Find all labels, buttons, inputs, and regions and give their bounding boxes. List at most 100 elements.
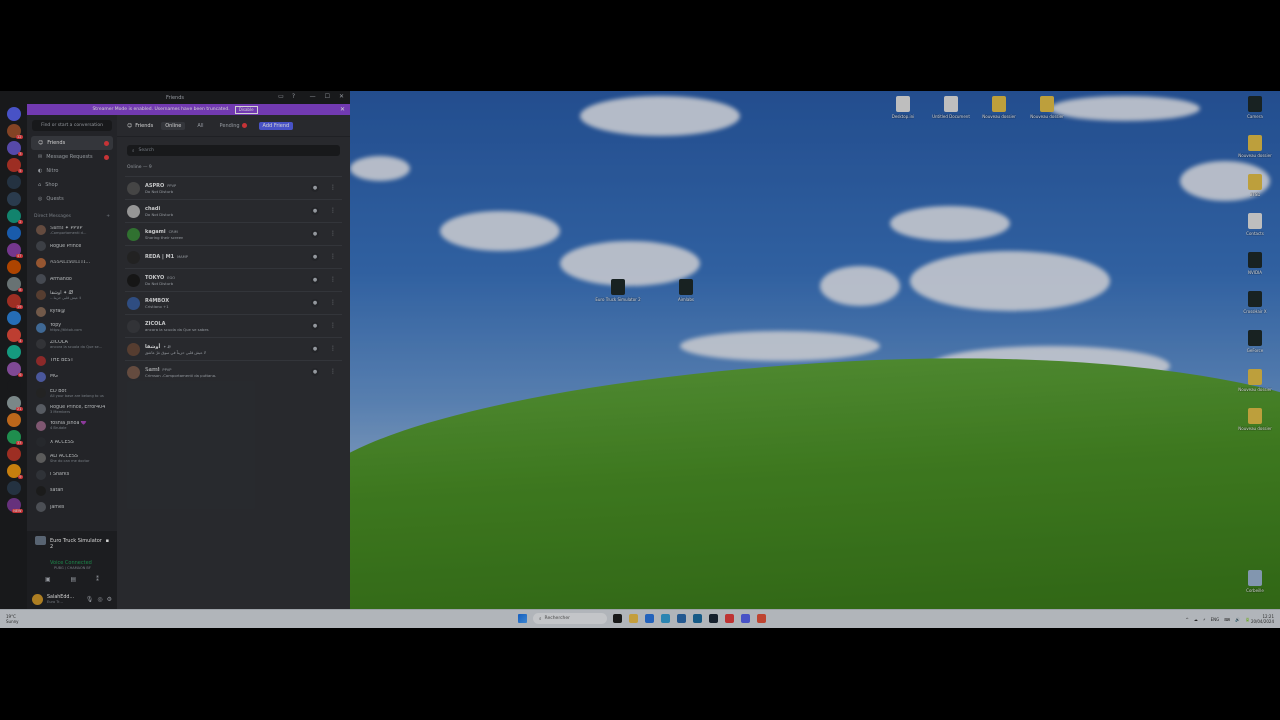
server-icon[interactable] bbox=[6, 311, 21, 325]
dm-item[interactable]: X ACCESS bbox=[30, 434, 114, 450]
server-icon[interactable]: 2 bbox=[6, 209, 23, 224]
dm-item[interactable]: Rogue Prince bbox=[30, 238, 114, 254]
game-options-icon[interactable]: ▪ bbox=[106, 538, 109, 550]
nav-item-shop[interactable]: ⌂ Shop bbox=[31, 178, 113, 192]
dm-item[interactable]: ED Bot All your base are belong to us bbox=[30, 385, 114, 401]
headphones-icon[interactable]: ◎ bbox=[97, 596, 102, 603]
inbox-icon[interactable]: ▭ bbox=[278, 94, 284, 100]
server-icon[interactable] bbox=[6, 175, 21, 189]
tray-icon[interactable]: ☁ bbox=[1194, 617, 1198, 622]
create-dm-button[interactable]: + bbox=[106, 214, 110, 219]
nav-item-nitro[interactable]: ◐ Nitro bbox=[31, 164, 113, 178]
message-icon[interactable]: ● bbox=[311, 184, 319, 192]
start-button[interactable] bbox=[518, 614, 527, 623]
server-icon[interactable]: 33 bbox=[6, 430, 23, 445]
taskbar-app-icon[interactable] bbox=[693, 614, 702, 623]
more-options-icon[interactable]: ⋮ bbox=[330, 299, 336, 307]
server-icon[interactable]: 12 bbox=[6, 124, 23, 139]
close-button[interactable]: ✕ bbox=[339, 94, 344, 100]
desktop-icon[interactable]: Nouveau dossier bbox=[1232, 135, 1278, 158]
dm-item[interactable]: I Sharks bbox=[30, 466, 114, 482]
dm-item[interactable]: ZICOLA ancora la scuola da Que se… bbox=[30, 336, 114, 352]
taskbar-app-icon[interactable] bbox=[757, 614, 766, 623]
dm-item[interactable]: Yopy https://tiktok.com bbox=[30, 320, 114, 336]
message-icon[interactable]: ● bbox=[311, 299, 319, 307]
server-icon[interactable] bbox=[6, 413, 21, 427]
dm-item[interactable]: 𝔸𝕊𝕊𝔸𝕃𝕀𝕊𝕆𝕃𝕀𝕋𝕀… bbox=[30, 255, 114, 271]
dm-item[interactable]: satan bbox=[30, 483, 114, 499]
message-icon[interactable]: ● bbox=[311, 230, 319, 238]
taskbar-app-icon[interactable] bbox=[741, 614, 750, 623]
find-conversation-button[interactable]: Find or start a conversation bbox=[32, 120, 112, 131]
more-options-icon[interactable]: ⋮ bbox=[330, 276, 336, 284]
desktop-icon[interactable]: Nouveau dossier bbox=[1024, 96, 1070, 119]
weather-widget[interactable]: 19°C Sunny bbox=[6, 614, 19, 624]
taskbar-app-icon[interactable] bbox=[661, 614, 670, 623]
message-icon[interactable]: ● bbox=[311, 368, 319, 376]
tray-icon[interactable]: 🔊 bbox=[1235, 617, 1240, 622]
desktop-icon[interactable]: NVIDIA bbox=[1232, 252, 1278, 275]
desktop-icon[interactable]: Nouveau dossier bbox=[976, 96, 1022, 119]
disable-streamer-mode-button[interactable]: Disable bbox=[234, 105, 258, 114]
tray-icon[interactable]: ⚡ bbox=[1203, 617, 1206, 622]
dm-item[interactable]: james bbox=[30, 499, 114, 515]
dm-item[interactable]: أوشقا ✦ Ꮺ …لا عيش قلبي حزيناً bbox=[30, 287, 114, 303]
desktop-icon[interactable]: Aimlabs bbox=[663, 279, 709, 302]
dm-item[interactable]: Rogue Prince, Error404 3 Members bbox=[30, 401, 114, 417]
more-options-icon[interactable]: ⋮ bbox=[330, 230, 336, 238]
screen-share-icon[interactable]: ▤ bbox=[70, 576, 76, 583]
nav-item-quests[interactable]: ◎ Quests bbox=[31, 192, 113, 206]
friend-row[interactable]: ASPRO PPVP Do Not Disturb ● ⋮ bbox=[125, 176, 342, 199]
server-icon[interactable]: 6 bbox=[6, 362, 23, 377]
maximize-button[interactable]: ☐ bbox=[325, 94, 330, 100]
friend-row[interactable]: REDA | M1 MAMP ● ⋮ bbox=[125, 245, 342, 268]
tray-icon[interactable]: ⌨ bbox=[1224, 617, 1230, 622]
nav-item-message-requests[interactable]: ✉ Message Requests bbox=[31, 150, 113, 164]
more-options-icon[interactable]: ⋮ bbox=[330, 322, 336, 330]
desktop-icon[interactable]: BTSD bbox=[1232, 174, 1278, 197]
server-icon[interactable]: NEW bbox=[6, 498, 23, 513]
desktop-icon[interactable]: Contacts bbox=[1232, 213, 1278, 236]
avatar[interactable] bbox=[32, 593, 43, 605]
desktop-icon[interactable]: Untitled Document bbox=[928, 96, 974, 119]
activity-icon[interactable]: ⁑ bbox=[96, 576, 99, 583]
server-icon[interactable]: 8 bbox=[6, 277, 23, 292]
server-icon[interactable]: 21 bbox=[6, 396, 23, 411]
desktop-icon[interactable]: Euro Truck Simulator 2 bbox=[595, 279, 641, 302]
banner-close-icon[interactable]: ✕ bbox=[340, 106, 345, 113]
message-icon[interactable]: ● bbox=[311, 276, 319, 284]
tab-add-friend[interactable]: Add Friend bbox=[258, 121, 294, 130]
clock[interactable]: 12:21 20/04/2024 bbox=[1251, 614, 1274, 624]
desktop-icon[interactable]: Nouveau dossier bbox=[1232, 408, 1278, 431]
server-icon[interactable] bbox=[6, 107, 21, 121]
server-icon[interactable]: 9 bbox=[6, 464, 23, 479]
desktop-icon[interactable]: Corbeille bbox=[1232, 570, 1278, 593]
message-icon[interactable]: ● bbox=[311, 322, 319, 330]
friend-row[interactable]: kagami CRIM Sharing their screen ● ⋮ bbox=[125, 222, 342, 245]
minimize-button[interactable]: — bbox=[310, 94, 316, 100]
more-options-icon[interactable]: ⋮ bbox=[330, 184, 336, 192]
taskbar-app-icon[interactable] bbox=[629, 614, 638, 623]
taskbar-search[interactable]: ⌕ Rechercher bbox=[533, 613, 607, 624]
friend-row[interactable]: TOKYO EGO Do Not Disturb ● ⋮ bbox=[125, 268, 342, 291]
more-options-icon[interactable]: ⋮ bbox=[330, 253, 336, 261]
tray-icon[interactable]: 🔋 bbox=[1245, 617, 1250, 622]
desktop-icon[interactable]: Desktop.ini bbox=[880, 96, 926, 119]
more-options-icon[interactable]: ⋮ bbox=[330, 207, 336, 215]
message-icon[interactable]: ● bbox=[311, 253, 319, 261]
server-icon[interactable] bbox=[6, 345, 21, 359]
dm-item[interactable]: ALI ACCESS She do can me doctor bbox=[30, 450, 114, 466]
friend-row[interactable]: 𝕊𝕒𝕞𝕚 PPVP Crimson -Comportamenti da puttan… bbox=[125, 360, 342, 383]
search-input[interactable]: ⌕ Search bbox=[127, 145, 340, 156]
settings-icon[interactable]: ⚙ bbox=[107, 596, 112, 603]
tab-all[interactable]: All bbox=[193, 122, 207, 130]
tab-online[interactable]: Online bbox=[161, 121, 186, 130]
nav-item-friends[interactable]: ☺ Friends bbox=[31, 136, 113, 150]
dm-item[interactable]: Yoshia Jshoa 💜 4 Brutale bbox=[30, 418, 114, 434]
taskbar-app-icon[interactable] bbox=[645, 614, 654, 623]
tab-pending[interactable]: Pending bbox=[216, 122, 251, 130]
desktop-icon[interactable]: CrossHair X bbox=[1232, 291, 1278, 314]
friend-row[interactable]: chadi Do Not Disturb ● ⋮ bbox=[125, 199, 342, 222]
server-icon[interactable]: 4 bbox=[6, 328, 23, 343]
taskbar-app-icon[interactable] bbox=[709, 614, 718, 623]
